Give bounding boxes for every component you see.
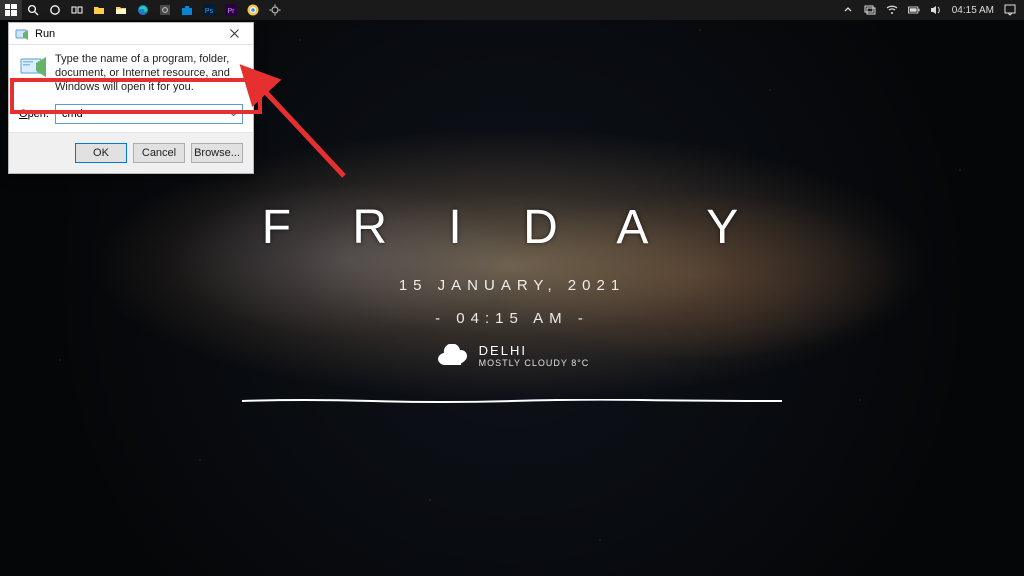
run-open-combobox[interactable] [55,104,243,124]
svg-text:Pr: Pr [228,8,236,15]
widget-location: DELHI [479,343,590,358]
widget-day: F R I D A Y [0,200,1024,255]
taskbar-app-pr[interactable]: Pr [220,0,242,20]
tray-notifications-icon[interactable] [1004,4,1016,16]
taskview-button[interactable] [66,0,88,20]
taskbar-app-settings2[interactable] [264,0,286,20]
start-button[interactable] [0,0,22,20]
taskbar-app-chrome[interactable] [242,0,264,20]
run-dialog: Run Type the name of a program, folder, … [8,22,254,174]
run-title: Run [35,28,221,40]
taskbar-app-explorer[interactable] [110,0,132,20]
run-body-icon [19,53,47,81]
tray-overlay-icon[interactable] [864,4,876,16]
run-title-icon [15,27,35,41]
tray-battery-icon[interactable] [908,4,920,16]
run-open-label: Open: [19,108,49,120]
taskbar-app-folder[interactable] [88,0,110,20]
browse-button[interactable]: Browse... [191,143,243,163]
widget-divider [242,399,782,403]
widget-date: 15 JANUARY, 2021 [0,277,1024,294]
tray-wifi-icon[interactable] [886,4,898,16]
tray-volume-icon[interactable] [930,4,942,16]
taskbar-app-edge[interactable] [132,0,154,20]
chevron-down-icon[interactable] [229,110,238,119]
ok-button[interactable]: OK [75,143,127,163]
svg-text:Ps: Ps [205,8,214,15]
close-button[interactable] [221,25,247,43]
widget-conditions: MOSTLY CLOUDY 8°C [479,358,590,368]
tray-chevron-icon[interactable] [842,4,854,16]
taskbar-app-store[interactable] [176,0,198,20]
cloud-icon [435,344,469,368]
run-titlebar[interactable]: Run [9,23,253,45]
taskbar: Ps Pr 04:15 AM [0,0,1024,20]
widget-weather: DELHI MOSTLY CLOUDY 8°C [435,343,590,368]
widget-time: - 04:15 AM - [0,310,1024,327]
wallpaper-widget: F R I D A Y 15 JANUARY, 2021 - 04:15 AM … [0,200,1024,403]
taskbar-app-ps[interactable]: Ps [198,0,220,20]
run-open-input[interactable] [62,108,224,120]
taskbar-app-settings[interactable] [154,0,176,20]
search-button[interactable] [22,0,44,20]
cancel-button[interactable]: Cancel [133,143,185,163]
tray-clock[interactable]: 04:15 AM [952,5,994,16]
cortana-button[interactable] [44,0,66,20]
run-description: Type the name of a program, folder, docu… [55,53,243,94]
